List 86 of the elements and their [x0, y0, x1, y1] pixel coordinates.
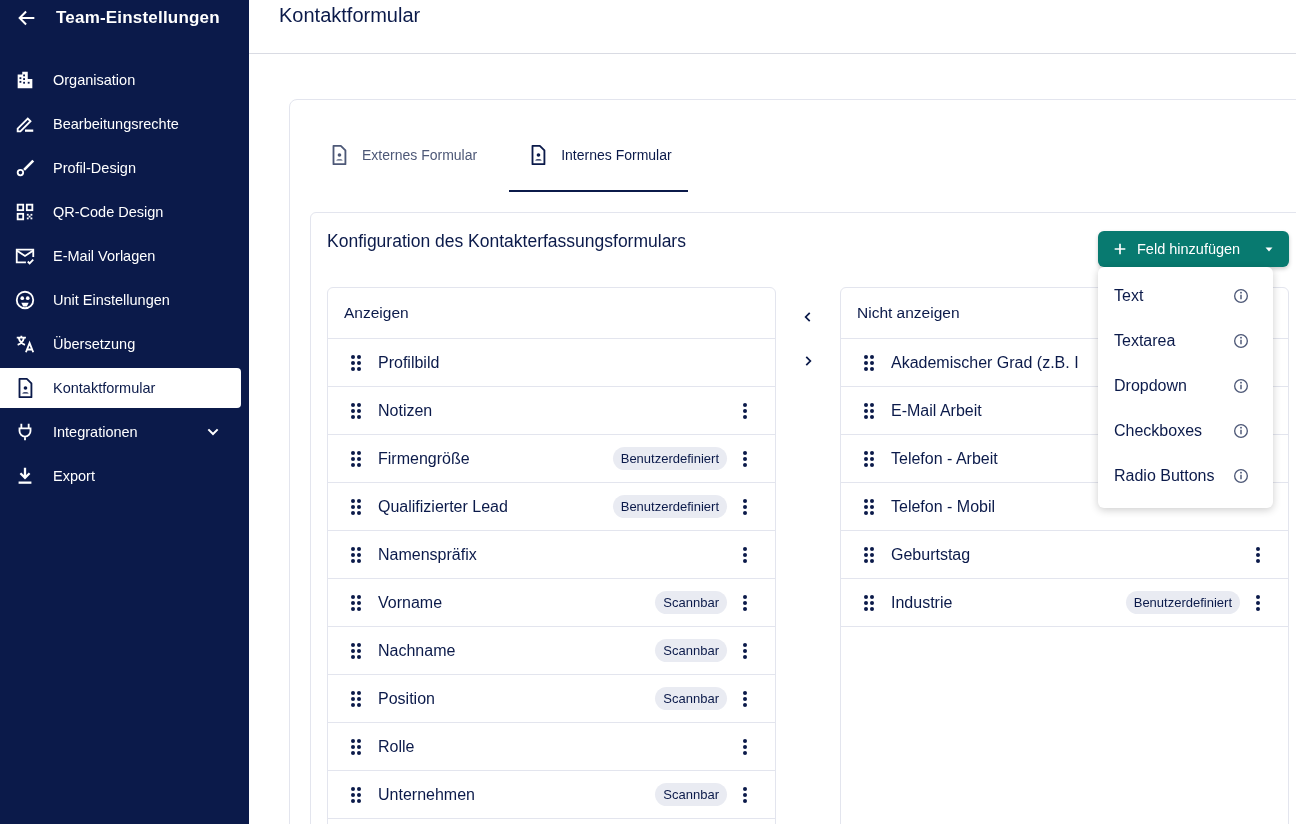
menu-item-label: Radio Buttons	[1114, 466, 1215, 485]
drag-handle-icon	[350, 449, 362, 468]
field-label: Telefon - Mobil	[891, 497, 997, 516]
field-tag: Benutzerdefiniert	[1125, 591, 1240, 614]
field-label: Qualifizierter Lead	[378, 497, 509, 516]
drag-handle-icon	[350, 593, 362, 612]
more-icon[interactable]	[743, 738, 747, 755]
field-label: Vorname	[378, 593, 444, 612]
drag-handle-icon	[350, 401, 362, 420]
menu-item[interactable]: Textarea	[1098, 318, 1273, 363]
more-icon[interactable]	[743, 690, 747, 707]
info-icon	[1233, 332, 1249, 349]
drag-handle-icon	[350, 641, 362, 660]
brush-icon	[14, 157, 36, 179]
more-icon[interactable]	[743, 402, 747, 419]
info-icon	[1233, 377, 1249, 394]
more-icon[interactable]	[743, 594, 747, 611]
field-label: Industrie	[891, 593, 954, 612]
field-label: Rolle	[378, 737, 416, 756]
sidebar-item[interactable]: Integrationen	[0, 412, 241, 452]
more-icon[interactable]	[743, 498, 747, 515]
drag-handle-icon	[350, 737, 362, 756]
drag-handle-icon	[350, 353, 362, 372]
more-icon[interactable]	[1256, 546, 1260, 563]
drag-handle-icon	[863, 593, 875, 612]
tab[interactable]: Internes Formular	[509, 120, 688, 192]
more-icon[interactable]	[743, 450, 747, 467]
list-title: Anzeigen	[328, 288, 775, 339]
menu-item[interactable]: Dropdown	[1098, 363, 1273, 408]
drag-handle-icon	[350, 689, 362, 708]
tab[interactable]: Externes Formular	[326, 120, 494, 192]
drag-handle-icon	[863, 497, 875, 516]
drag-handle-icon	[863, 545, 875, 564]
sidebar-item[interactable]: Organisation	[0, 60, 241, 100]
qr-code-icon	[14, 201, 36, 223]
field-tag: Scannbar	[655, 783, 727, 806]
section-title: Konfiguration des Kontakterfassungsformulars	[327, 230, 686, 252]
sidebar-item[interactable]: Unit Einstellungen	[0, 280, 241, 320]
field-label: Nachname	[378, 641, 457, 660]
field-tag: Benutzerdefiniert	[612, 447, 727, 470]
field-label: Firmengröße	[378, 449, 471, 468]
more-icon[interactable]	[743, 546, 747, 563]
field-tag: Scannbar	[655, 687, 727, 710]
sidebar-item[interactable]: Profil-Design	[0, 148, 241, 188]
plus-icon	[1112, 241, 1128, 257]
add-field-button[interactable]: Feld hinzufügen	[1098, 231, 1289, 267]
page-title: Kontaktformular	[279, 4, 421, 27]
drag-handle-icon	[350, 497, 362, 516]
drag-handle-icon	[350, 545, 362, 564]
field-label: Notizen	[378, 401, 434, 420]
more-icon[interactable]	[743, 642, 747, 659]
sidebar-item[interactable]: Kontaktformular	[0, 368, 241, 408]
sidebar-title: Team-Einstellungen	[56, 8, 220, 28]
sidebar-item[interactable]: Übersetzung	[0, 324, 241, 364]
field-label: Namenspräfix	[378, 545, 478, 564]
drag-handle-icon	[863, 449, 875, 468]
more-icon[interactable]	[743, 786, 747, 803]
menu-item[interactable]: Text	[1098, 273, 1273, 318]
field-label: Akademischer Grad (z.B. I	[891, 353, 1080, 372]
info-icon	[1233, 287, 1249, 304]
field-tag: Scannbar	[655, 639, 727, 662]
field-label: Telefon - Arbeit	[891, 449, 999, 468]
drag-handle-icon	[350, 785, 362, 804]
info-icon	[1233, 422, 1249, 439]
sidebar-item[interactable]: QR-Code Design	[0, 192, 241, 232]
menu-item-label: Dropdown	[1114, 376, 1187, 395]
menu-item-label: Textarea	[1114, 331, 1176, 350]
more-icon[interactable]	[1256, 594, 1260, 611]
field-tag: Benutzerdefiniert	[612, 495, 727, 518]
field-label: Position	[378, 689, 436, 708]
sidebar-item[interactable]: Export	[0, 456, 241, 496]
field-label: Geburtstag	[891, 545, 972, 564]
menu-item-label: Checkboxes	[1114, 421, 1203, 440]
field-label: Profilbild	[378, 353, 441, 372]
info-icon	[1233, 467, 1249, 484]
drag-handle-icon	[863, 353, 875, 372]
field-label: E-Mail Arbeit	[891, 401, 983, 420]
menu-item[interactable]: Radio Buttons	[1098, 453, 1273, 498]
menu-item-label: Text	[1114, 286, 1144, 305]
drag-handle-icon	[863, 401, 875, 420]
menu-item[interactable]: Checkboxes	[1098, 408, 1273, 453]
sidebar-item[interactable]: Bearbeitungsrechte	[0, 104, 241, 144]
field-tag: Scannbar	[655, 591, 727, 614]
field-label: Unternehmen	[378, 785, 476, 804]
sidebar-item[interactable]: E-Mail Vorlagen	[0, 236, 241, 276]
translate-icon	[14, 333, 36, 355]
